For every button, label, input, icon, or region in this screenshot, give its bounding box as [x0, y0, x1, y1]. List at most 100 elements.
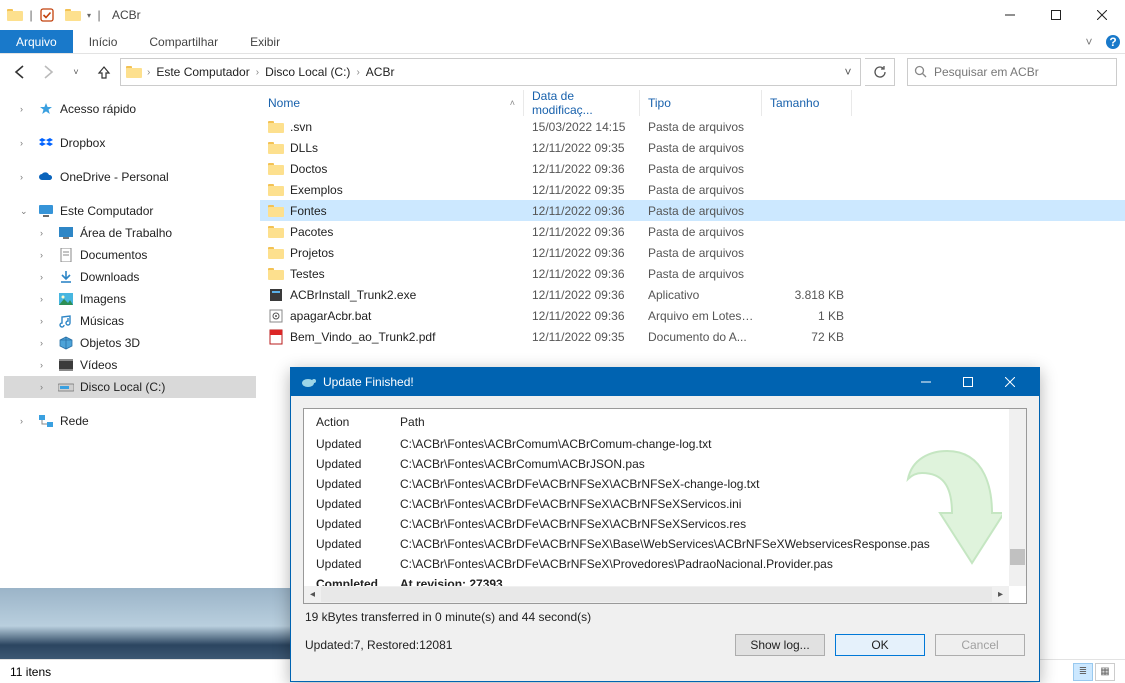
folder-icon[interactable] — [62, 4, 84, 26]
file-type: Pasta de arquivos — [640, 120, 762, 134]
file-row[interactable]: Bem_Vindo_ao_Trunk2.pdf12/11/2022 09:35D… — [260, 326, 1125, 347]
col-type[interactable]: Tipo — [640, 90, 762, 116]
close-button[interactable] — [989, 368, 1031, 396]
tab-home[interactable]: Início — [73, 30, 134, 53]
chevron-right-icon[interactable]: › — [354, 67, 361, 78]
tree-3d-objects[interactable]: ›Objetos 3D — [4, 332, 256, 354]
log-row[interactable]: UpdatedC:\ACBr\Fontes\ACBrDFe\ACBrNFSeX\… — [306, 555, 1024, 573]
file-date: 12/11/2022 09:36 — [524, 204, 640, 218]
tree-this-pc[interactable]: ⌄Este Computador — [4, 200, 256, 222]
tree-desktop[interactable]: ›Área de Trabalho — [4, 222, 256, 244]
file-date: 12/11/2022 09:36 — [524, 288, 640, 302]
address-dropdown-icon[interactable]: ˅ — [838, 65, 858, 79]
address-bar-row: ˅ › Este Computador › Disco Local (C:) ›… — [0, 54, 1125, 90]
window-title: ACBr — [112, 8, 141, 22]
tree-documents[interactable]: ›Documentos — [4, 244, 256, 266]
tree-dropbox[interactable]: ›Dropbox — [4, 132, 256, 154]
log-list[interactable]: ActionPath UpdatedC:\ACBr\Fontes\ACBrCom… — [303, 408, 1027, 604]
folder-icon[interactable] — [4, 4, 26, 26]
scrollbar-thumb[interactable] — [1010, 549, 1025, 565]
recent-dropdown-icon[interactable]: ˅ — [64, 60, 88, 84]
file-name: .svn — [290, 120, 312, 134]
log-col-action: Action — [306, 411, 388, 433]
tree-local-disk-c[interactable]: ›Disco Local (C:) — [4, 376, 256, 398]
breadcrumb-segment[interactable]: ACBr — [362, 65, 399, 79]
nav-tree: ›Acesso rápido ›Dropbox ›OneDrive - Pers… — [0, 90, 260, 594]
file-name: ACBrInstall_Trunk2.exe — [290, 288, 416, 302]
file-type: Pasta de arquivos — [640, 162, 762, 176]
properties-icon[interactable] — [36, 8, 58, 22]
minimize-button[interactable] — [987, 0, 1033, 30]
minimize-button[interactable] — [905, 368, 947, 396]
breadcrumb[interactable]: › Este Computador › Disco Local (C:) › A… — [120, 58, 861, 86]
tree-videos[interactable]: ›Vídeos — [4, 354, 256, 376]
view-large-button[interactable]: ▦ — [1095, 663, 1115, 681]
log-row[interactable]: UpdatedC:\ACBr\Fontes\ACBrDFe\ACBrNFSeX\… — [306, 475, 1024, 493]
tab-file[interactable]: Arquivo — [0, 30, 73, 53]
tab-view[interactable]: Exibir — [234, 30, 296, 53]
file-row[interactable]: Exemplos12/11/2022 09:35Pasta de arquivo… — [260, 179, 1125, 200]
file-name: DLLs — [290, 141, 318, 155]
tree-onedrive[interactable]: ›OneDrive - Personal — [4, 166, 256, 188]
folder-icon — [268, 161, 284, 177]
show-log-button[interactable]: Show log... — [735, 634, 825, 656]
log-row[interactable]: UpdatedC:\ACBr\Fontes\ACBrDFe\ACBrNFSeX\… — [306, 535, 1024, 553]
view-details-button[interactable]: ≣ — [1073, 663, 1093, 681]
file-row[interactable]: .svn15/03/2022 14:15Pasta de arquivos — [260, 116, 1125, 137]
scroll-right-icon[interactable]: ▸ — [992, 589, 1009, 600]
chevron-right-icon[interactable]: › — [145, 67, 152, 78]
search-placeholder: Pesquisar em ACBr — [934, 65, 1039, 79]
file-date: 12/11/2022 09:36 — [524, 309, 640, 323]
chevron-right-icon: › — [20, 172, 32, 182]
chevron-down-icon: ⌄ — [20, 206, 32, 217]
chevron-right-icon: › — [20, 104, 32, 114]
maximize-button[interactable] — [1033, 0, 1079, 30]
scrollbar-track[interactable] — [321, 587, 992, 602]
col-size[interactable]: Tamanho — [762, 90, 852, 116]
refresh-button[interactable] — [865, 58, 895, 86]
file-row[interactable]: Pacotes12/11/2022 09:36Pasta de arquivos — [260, 221, 1125, 242]
file-row[interactable]: Testes12/11/2022 09:36Pasta de arquivos — [260, 263, 1125, 284]
tree-pictures[interactable]: ›Imagens — [4, 288, 256, 310]
file-row[interactable]: apagarAcbr.bat12/11/2022 09:36Arquivo em… — [260, 305, 1125, 326]
scrollbar-vertical[interactable] — [1009, 409, 1026, 586]
scrollbar-horizontal[interactable]: ◂▸ — [304, 586, 1009, 603]
file-row[interactable]: Projetos12/11/2022 09:36Pasta de arquivo… — [260, 242, 1125, 263]
forward-button[interactable] — [36, 60, 60, 84]
chevron-right-icon[interactable]: › — [254, 67, 261, 78]
breadcrumb-segment[interactable]: Este Computador — [152, 65, 253, 79]
close-button[interactable] — [1079, 0, 1125, 30]
exe-icon — [268, 287, 284, 303]
back-button[interactable] — [8, 60, 32, 84]
ok-button[interactable]: OK — [835, 634, 925, 656]
cancel-button[interactable]: Cancel — [935, 634, 1025, 656]
qat-dropdown-icon[interactable]: ▾ — [84, 11, 94, 20]
up-button[interactable] — [92, 60, 116, 84]
file-row[interactable]: DLLs12/11/2022 09:35Pasta de arquivos — [260, 137, 1125, 158]
help-icon[interactable]: ? — [1101, 30, 1125, 54]
file-row[interactable]: Doctos12/11/2022 09:36Pasta de arquivos — [260, 158, 1125, 179]
breadcrumb-segment[interactable]: Disco Local (C:) — [261, 65, 354, 79]
file-date: 12/11/2022 09:36 — [524, 267, 640, 281]
tab-share[interactable]: Compartilhar — [133, 30, 234, 53]
file-row[interactable]: ACBrInstall_Trunk2.exe 12/11/2022 09:36Ap… — [260, 284, 1125, 305]
ribbon-collapse-icon[interactable]: ˅ — [1077, 35, 1101, 49]
file-date: 12/11/2022 09:35 — [524, 183, 640, 197]
scroll-left-icon[interactable]: ◂ — [304, 589, 321, 600]
log-row[interactable]: UpdatedC:\ACBr\Fontes\ACBrDFe\ACBrNFSeX\… — [306, 515, 1024, 533]
tree-downloads[interactable]: ›Downloads — [4, 266, 256, 288]
log-row[interactable]: UpdatedC:\ACBr\Fontes\ACBrComum\ACBrJSON… — [306, 455, 1024, 473]
item-count: 11 itens — [10, 665, 51, 679]
col-modified[interactable]: Data de modificaç... — [524, 90, 640, 116]
log-action: Updated — [306, 475, 388, 493]
tree-network[interactable]: ›Rede — [4, 410, 256, 432]
file-type: Aplicativo — [640, 288, 762, 302]
log-row[interactable]: UpdatedC:\ACBr\Fontes\ACBrComum\ACBrComu… — [306, 435, 1024, 453]
log-row[interactable]: UpdatedC:\ACBr\Fontes\ACBrDFe\ACBrNFSeX\… — [306, 495, 1024, 513]
tree-music[interactable]: ›Músicas — [4, 310, 256, 332]
col-name[interactable]: Nome˄ — [260, 90, 524, 116]
file-row[interactable]: Fontes12/11/2022 09:36Pasta de arquivos — [260, 200, 1125, 221]
tree-quick-access[interactable]: ›Acesso rápido — [4, 98, 256, 120]
maximize-button[interactable] — [947, 368, 989, 396]
search-input[interactable]: Pesquisar em ACBr — [907, 58, 1117, 86]
